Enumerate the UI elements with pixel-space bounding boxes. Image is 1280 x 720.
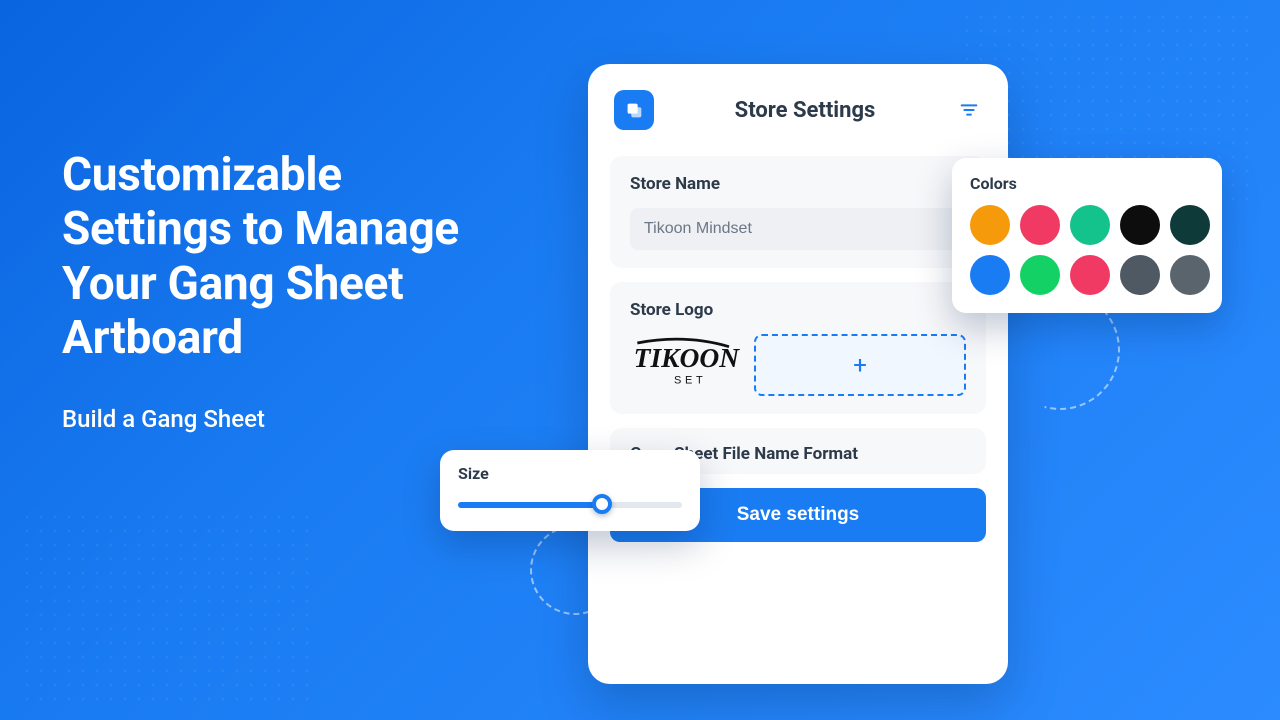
store-name-label: Store Name [630, 174, 966, 194]
store-logo-label: Store Logo [630, 300, 966, 320]
hero-subline: Build a Gang Sheet [62, 405, 492, 433]
colors-label: Colors [970, 174, 1204, 193]
plus-icon: + [853, 351, 867, 379]
color-swatch[interactable] [1170, 205, 1210, 245]
panel-title: Store Settings [654, 98, 956, 123]
store-name-card: Store Name [610, 156, 986, 268]
upload-logo-button[interactable]: + [754, 334, 966, 396]
color-swatch[interactable] [970, 255, 1010, 295]
slider-fill [458, 502, 597, 508]
color-swatch[interactable] [1070, 255, 1110, 295]
slider-thumb[interactable] [592, 494, 612, 514]
color-swatch[interactable] [1070, 205, 1110, 245]
color-swatch[interactable] [1020, 205, 1060, 245]
color-swatch[interactable] [1120, 255, 1160, 295]
panel-header: Store Settings [610, 86, 986, 142]
store-logo-preview: TIKOON SET [630, 334, 740, 396]
color-swatch[interactable] [1120, 205, 1160, 245]
color-swatch[interactable] [970, 205, 1010, 245]
app-logo-icon [614, 90, 654, 130]
color-swatch[interactable] [1170, 255, 1210, 295]
hero-headline: Customizable Settings to Manage Your Gan… [62, 148, 492, 365]
color-swatch-grid [970, 205, 1204, 295]
color-swatch[interactable] [1020, 255, 1060, 295]
store-logo-card: Store Logo TIKOON SET + [610, 282, 986, 414]
bg-dots [20, 510, 320, 710]
store-name-input[interactable] [630, 208, 966, 250]
hero-block: Customizable Settings to Manage Your Gan… [62, 148, 492, 433]
size-popover: Size [440, 450, 700, 531]
svg-text:SET: SET [674, 374, 706, 386]
size-slider[interactable] [458, 497, 682, 511]
filter-icon[interactable] [956, 97, 982, 123]
size-label: Size [458, 464, 682, 483]
settings-panel: Store Settings Store Name Store Logo TIK… [588, 64, 1008, 684]
colors-popover: Colors [952, 158, 1222, 313]
